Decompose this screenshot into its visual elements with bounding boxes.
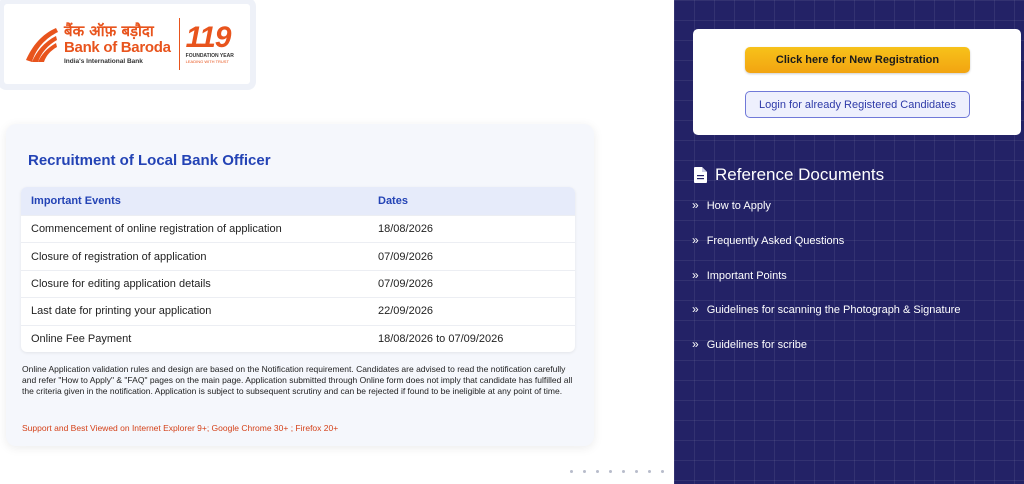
carousel-dot[interactable] [635, 470, 638, 473]
validation-note: Online Application validation rules and … [22, 364, 573, 397]
double-chevron-right-icon: » [692, 337, 699, 352]
reference-link-label: Frequently Asked Questions [706, 234, 845, 247]
table-header: Important Events Dates [21, 187, 575, 215]
reference-link-label: Guidelines for scanning the Photograph &… [706, 304, 961, 317]
carousel-dot[interactable] [661, 470, 664, 473]
reference-link-faq[interactable]: » Frequently Asked Questions [692, 234, 960, 269]
header-dates: Dates [378, 195, 408, 207]
reference-link-important-points[interactable]: » Important Points [692, 269, 960, 304]
event-cell: Closure of registration of application [31, 250, 207, 263]
date-cell: 18/08/2026 to 07/09/2026 [378, 332, 504, 345]
carousel-dot[interactable] [609, 470, 612, 473]
anniversary-badge: 119 FOUNDATION YEAR LEADING WITH TRUST [186, 23, 234, 65]
event-cell: Online Fee Payment [31, 332, 132, 345]
date-cell: 07/09/2026 [378, 277, 434, 290]
side-panel: Click here for New Registration Login fo… [674, 0, 1024, 484]
reference-link-scribe-guidelines[interactable]: » Guidelines for scribe [692, 338, 960, 373]
reference-link-label: Guidelines for scribe [706, 339, 807, 352]
reference-documents-list: » How to Apply » Frequently Asked Questi… [692, 199, 960, 373]
carousel-dot[interactable] [622, 470, 625, 473]
double-chevron-right-icon: » [692, 302, 699, 317]
event-cell: Closure for editing application details [31, 277, 211, 290]
bank-sunburst-icon [22, 24, 60, 64]
registration-box: Click here for New Registration Login fo… [693, 29, 1021, 135]
events-table: Important Events Dates Commencement of o… [21, 187, 575, 352]
logo-hindi-text: बैंक ऑफ़ बड़ौदा [64, 21, 154, 40]
reference-link-how-to-apply[interactable]: » How to Apply [692, 199, 960, 234]
recruitment-card: Recruitment of Local Bank Officer Import… [6, 124, 594, 446]
browser-support-note: Support and Best Viewed on Internet Expl… [22, 423, 339, 433]
double-chevron-right-icon: » [692, 267, 699, 282]
event-cell: Last date for printing your application [31, 305, 212, 318]
table-row: Closure of registration of application 0… [21, 242, 575, 269]
logo-english-text: Bank of Baroda [64, 38, 171, 56]
bank-logo: बैंक ऑफ़ बड़ौदा Bank of Baroda India's I… [4, 4, 250, 84]
new-registration-button[interactable]: Click here for New Registration [745, 47, 970, 73]
carousel-dot[interactable] [596, 470, 599, 473]
table-row: Online Fee Payment 18/08/2026 to 07/09/2… [21, 324, 575, 352]
table-row: Commencement of online registration of a… [21, 215, 575, 242]
carousel-dot[interactable] [570, 470, 573, 473]
date-cell: 22/09/2026 [378, 305, 434, 318]
table-row: Last date for printing your application … [21, 297, 575, 324]
document-icon [694, 167, 707, 183]
logo-divider [178, 18, 180, 70]
event-cell: Commencement of online registration of a… [31, 223, 282, 236]
table-row: Closure for editing application details … [21, 269, 575, 297]
reference-link-photo-guidelines[interactable]: » Guidelines for scanning the Photograph… [692, 303, 960, 338]
carousel-dots [570, 470, 690, 473]
reference-documents-title: Reference Documents [715, 165, 885, 184]
page-title: Recruitment of Local Bank Officer [28, 152, 271, 169]
login-button[interactable]: Login for already Registered Candidates [745, 91, 970, 118]
date-cell: 18/08/2026 [378, 223, 434, 236]
anniversary-sub: LEADING WITH TRUST [185, 59, 229, 64]
reference-documents-heading: Reference Documents [694, 165, 884, 185]
anniversary-number: 119 [185, 21, 232, 54]
reference-link-label: How to Apply [706, 200, 771, 212]
logo-tagline: India's International Bank [64, 57, 143, 65]
double-chevron-right-icon: » [692, 232, 699, 247]
carousel-dot[interactable] [648, 470, 651, 473]
carousel-dot[interactable] [583, 470, 586, 473]
reference-link-label: Important Points [706, 269, 787, 282]
header-events: Important Events [31, 195, 121, 207]
date-cell: 07/09/2026 [378, 250, 434, 263]
double-chevron-right-icon: » [692, 198, 699, 212]
